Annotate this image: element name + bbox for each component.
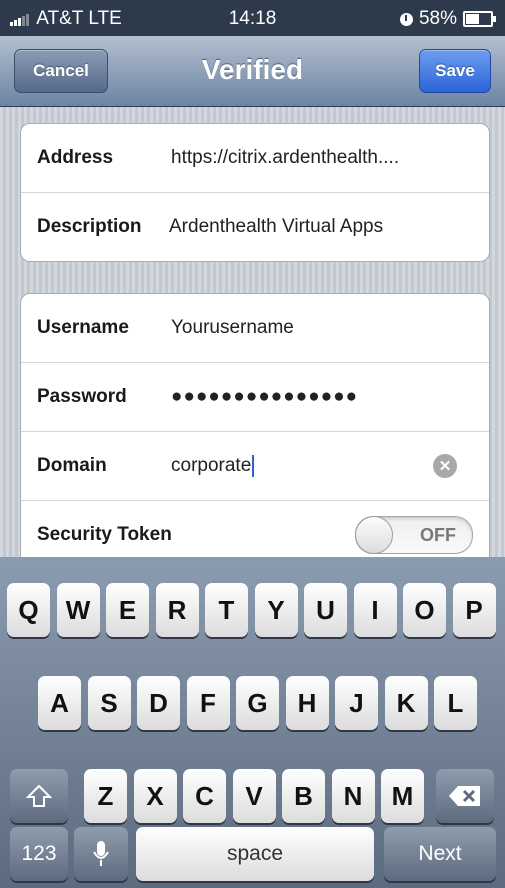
key-s[interactable]: S — [87, 676, 131, 730]
shift-icon — [26, 784, 52, 807]
toggle-knob[interactable] — [355, 516, 393, 554]
key-e[interactable]: E — [106, 583, 149, 637]
key-g[interactable]: G — [236, 676, 279, 730]
key-j[interactable]: J — [335, 676, 378, 730]
username-row[interactable]: Username Yourusername — [21, 294, 489, 363]
microphone-icon — [93, 841, 109, 866]
space-key[interactable]: space — [136, 827, 374, 881]
key-o[interactable]: O — [403, 583, 446, 637]
domain-field[interactable]: corporate — [171, 454, 255, 477]
password-field[interactable]: ●●●●●●●●●●●●●●● — [171, 386, 358, 408]
password-row[interactable]: Password ●●●●●●●●●●●●●●● — [21, 363, 489, 432]
orientation-lock-icon — [399, 12, 413, 26]
key-u[interactable]: U — [304, 583, 347, 637]
text-cursor — [252, 454, 255, 477]
description-label: Description — [37, 216, 142, 237]
key-m[interactable]: M — [381, 769, 424, 823]
key-k[interactable]: K — [384, 676, 428, 730]
onscreen-keyboard: QWERTYUIOP ASDFGHJKL ZXCVBNM 123 space N… — [0, 557, 505, 888]
username-field[interactable]: Yourusername — [171, 317, 294, 339]
domain-value: corporate — [171, 455, 252, 476]
security-token-toggle[interactable]: OFF — [355, 516, 473, 554]
description-row[interactable]: Description Ardenthealth Virtual Apps — [21, 193, 489, 261]
key-d[interactable]: D — [137, 676, 180, 730]
navigation-bar: Cancel Verified Save — [0, 36, 505, 107]
save-button[interactable]: Save — [419, 49, 491, 93]
status-bar: AT&T LTE 14:18 58% — [0, 0, 505, 36]
credentials-group: Username Yourusername Password ●●●●●●●●●… — [20, 293, 490, 570]
battery-icon — [463, 11, 496, 27]
address-row[interactable]: Address https://citrix.ardenthealth.... — [21, 124, 489, 193]
delete-key[interactable] — [436, 769, 494, 823]
key-r[interactable]: R — [155, 583, 199, 637]
domain-row[interactable]: Domain corporate ✕ — [21, 432, 489, 501]
security-token-label: Security Token — [37, 524, 172, 545]
backspace-icon — [449, 786, 480, 806]
key-c[interactable]: C — [183, 769, 226, 823]
key-i[interactable]: I — [353, 583, 397, 637]
dictation-key[interactable] — [74, 827, 128, 881]
key-w[interactable]: W — [56, 583, 100, 637]
address-field[interactable]: https://citrix.ardenthealth.... — [171, 147, 399, 169]
shift-key[interactable] — [10, 769, 68, 823]
address-label: Address — [37, 147, 114, 168]
key-n[interactable]: N — [331, 769, 375, 823]
key-a[interactable]: A — [38, 676, 81, 730]
key-h[interactable]: H — [285, 676, 329, 730]
key-l[interactable]: L — [434, 676, 477, 730]
server-group: Address https://citrix.ardenthealth.... … — [20, 123, 490, 262]
next-key[interactable]: Next — [384, 827, 496, 881]
key-v[interactable]: V — [232, 769, 276, 823]
settings-form: Address https://citrix.ardenthealth.... … — [0, 107, 505, 570]
clear-text-icon[interactable]: ✕ — [433, 454, 457, 478]
key-x[interactable]: X — [133, 769, 177, 823]
toggle-state: OFF — [420, 525, 456, 545]
key-t[interactable]: T — [205, 583, 248, 637]
password-label: Password — [37, 386, 127, 407]
battery-fill — [466, 14, 479, 24]
description-field[interactable]: Ardenthealth Virtual Apps — [169, 216, 383, 238]
username-label: Username — [37, 317, 129, 338]
domain-label: Domain — [37, 455, 107, 476]
key-b[interactable]: B — [282, 769, 325, 823]
battery-percent: 58% — [418, 8, 457, 29]
key-z[interactable]: Z — [84, 769, 127, 823]
status-right: 58% — [399, 8, 496, 30]
key-p[interactable]: P — [452, 583, 496, 637]
key-q[interactable]: Q — [7, 583, 50, 637]
key-f[interactable]: F — [186, 676, 230, 730]
key-y[interactable]: Y — [254, 583, 298, 637]
numbers-key[interactable]: 123 — [10, 827, 68, 881]
